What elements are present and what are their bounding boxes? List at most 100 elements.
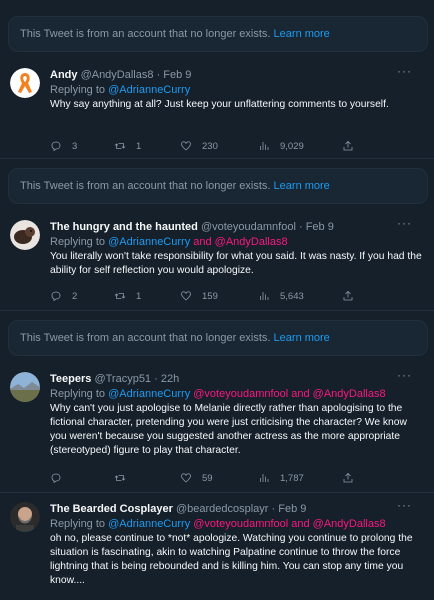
like-count: 159 bbox=[202, 290, 218, 302]
divider bbox=[0, 310, 434, 311]
avatar[interactable] bbox=[10, 502, 40, 532]
retweet-count: 1 bbox=[136, 140, 142, 152]
handle[interactable]: @AndyDallas8 bbox=[81, 69, 154, 81]
other-mentions[interactable]: @voteyoudamnfool and @AndyDallas8 bbox=[193, 388, 385, 400]
view-count: 5,643 bbox=[280, 290, 304, 302]
share-icon bbox=[343, 472, 353, 483]
other-mentions[interactable]: and @AndyDallas8 bbox=[193, 236, 287, 248]
timestamp[interactable]: Feb 9 bbox=[278, 503, 306, 515]
like-count: 230 bbox=[202, 140, 218, 152]
view-count: 1,787 bbox=[280, 472, 304, 484]
learn-more-link[interactable]: Learn more bbox=[274, 28, 330, 40]
share-button[interactable] bbox=[342, 140, 354, 152]
divider bbox=[0, 492, 434, 493]
awareness-ribbon-icon bbox=[10, 68, 40, 98]
avatar-image bbox=[10, 372, 40, 402]
tweet-text: oh no, please continue to *not* apologiz… bbox=[50, 533, 413, 586]
tweet-text: Why say anything at all? Just keep your … bbox=[50, 99, 389, 110]
reply-icon bbox=[51, 473, 61, 484]
mention-link[interactable]: @AdrianneCurry bbox=[108, 518, 190, 530]
replying-to: Replying to @AdrianneCurry @voteyoudamnf… bbox=[50, 517, 422, 531]
tweet-actions: 2 1 159 5,643 bbox=[50, 290, 370, 304]
dot-separator: · bbox=[271, 503, 276, 515]
reply-button[interactable]: 2 bbox=[50, 290, 77, 302]
avatar-image bbox=[10, 220, 40, 250]
like-button[interactable]: 230 bbox=[180, 140, 218, 152]
deleted-account-notice: This Tweet is from an account that no lo… bbox=[8, 16, 428, 52]
heart-icon bbox=[181, 291, 191, 301]
deleted-account-notice: This Tweet is from an account that no lo… bbox=[8, 320, 428, 356]
dot-separator: · bbox=[156, 69, 161, 81]
dot-separator: · bbox=[154, 373, 158, 385]
view-count: 9,029 bbox=[280, 140, 304, 152]
avatar[interactable] bbox=[10, 220, 40, 250]
replying-to: Replying to @AdrianneCurry @voteyoudamnf… bbox=[50, 387, 422, 401]
retweet-button[interactable]: 1 bbox=[114, 290, 141, 302]
avatar-image bbox=[10, 502, 40, 532]
retweet-icon bbox=[114, 293, 126, 299]
replying-prefix: Replying to bbox=[50, 84, 106, 96]
views-button[interactable]: 5,643 bbox=[258, 290, 304, 302]
like-button[interactable]: 159 bbox=[180, 290, 218, 302]
share-button[interactable] bbox=[342, 472, 354, 484]
display-name[interactable]: The hungry and the haunted bbox=[50, 221, 198, 233]
like-count: 59 bbox=[202, 472, 213, 484]
reply-count: 2 bbox=[72, 290, 78, 302]
replying-to: Replying to @AdrianneCurry bbox=[50, 83, 422, 97]
more-options-icon[interactable]: ··· bbox=[397, 368, 412, 382]
more-options-icon[interactable]: ··· bbox=[397, 498, 412, 512]
divider bbox=[0, 158, 434, 159]
other-mentions[interactable]: @voteyoudamnfool and @AndyDallas8 bbox=[193, 518, 385, 530]
mention-link[interactable]: @AdrianneCurry bbox=[108, 388, 190, 400]
views-icon bbox=[260, 142, 269, 150]
timestamp[interactable]: Feb 9 bbox=[163, 69, 191, 81]
mention-link[interactable]: @AdrianneCurry bbox=[108, 236, 190, 248]
reply-icon bbox=[51, 141, 61, 152]
display-name[interactable]: The Bearded Cosplayer bbox=[50, 503, 173, 515]
mention-link[interactable]: @AdrianneCurry bbox=[108, 84, 190, 96]
heart-icon bbox=[181, 473, 191, 483]
views-button[interactable]: 1,787 bbox=[258, 472, 304, 484]
more-options-icon[interactable]: ··· bbox=[397, 64, 412, 78]
tweet-header: The Bearded Cosplayer @beardedcosplayr ·… bbox=[50, 502, 422, 516]
dot-separator: · bbox=[298, 221, 303, 233]
tweet-text: You literally won't take responsibility … bbox=[50, 251, 422, 276]
retweet-button[interactable] bbox=[114, 472, 136, 484]
tweet-actions: 3 1 230 9,029 bbox=[50, 140, 370, 154]
display-name[interactable]: Teepers bbox=[50, 373, 91, 385]
tweet-header: Teepers @Tracyp51 · 22h bbox=[50, 372, 422, 386]
reply-count: 3 bbox=[72, 140, 78, 152]
retweet-button[interactable]: 1 bbox=[114, 140, 141, 152]
avatar[interactable] bbox=[10, 372, 40, 402]
tweet-header: The hungry and the haunted @voteyoudamnf… bbox=[50, 220, 422, 234]
views-button[interactable]: 9,029 bbox=[258, 140, 304, 152]
like-button[interactable]: 59 bbox=[180, 472, 213, 484]
notice-text: This Tweet is from an account that no lo… bbox=[20, 180, 271, 192]
retweet-icon bbox=[114, 143, 126, 149]
notice-text: This Tweet is from an account that no lo… bbox=[20, 332, 271, 344]
views-icon bbox=[260, 474, 269, 482]
handle[interactable]: @Tracyp51 bbox=[94, 373, 151, 385]
handle[interactable]: @beardedcosplayr bbox=[176, 503, 269, 515]
views-icon bbox=[260, 292, 269, 300]
share-icon bbox=[343, 290, 353, 301]
timestamp[interactable]: 22h bbox=[161, 373, 179, 385]
share-button[interactable] bbox=[342, 290, 354, 302]
learn-more-link[interactable]: Learn more bbox=[274, 180, 330, 192]
reply-icon bbox=[51, 291, 61, 302]
retweet-count: 1 bbox=[136, 290, 142, 302]
reply-button[interactable] bbox=[50, 472, 72, 484]
handle[interactable]: @voteyoudamnfool bbox=[201, 221, 296, 233]
more-options-icon[interactable]: ··· bbox=[397, 216, 412, 230]
learn-more-link[interactable]: Learn more bbox=[274, 332, 330, 344]
replying-prefix: Replying to bbox=[50, 236, 106, 248]
timestamp[interactable]: Feb 9 bbox=[306, 221, 334, 233]
retweet-icon bbox=[114, 475, 126, 481]
replying-prefix: Replying to bbox=[50, 518, 106, 530]
reply-button[interactable]: 3 bbox=[50, 140, 77, 152]
display-name[interactable]: Andy bbox=[50, 69, 78, 81]
share-icon bbox=[343, 140, 353, 151]
tweet-header: Andy @AndyDallas8 · Feb 9 bbox=[50, 68, 422, 82]
replying-to: Replying to @AdrianneCurry and @AndyDall… bbox=[50, 235, 422, 249]
avatar[interactable] bbox=[10, 68, 40, 98]
